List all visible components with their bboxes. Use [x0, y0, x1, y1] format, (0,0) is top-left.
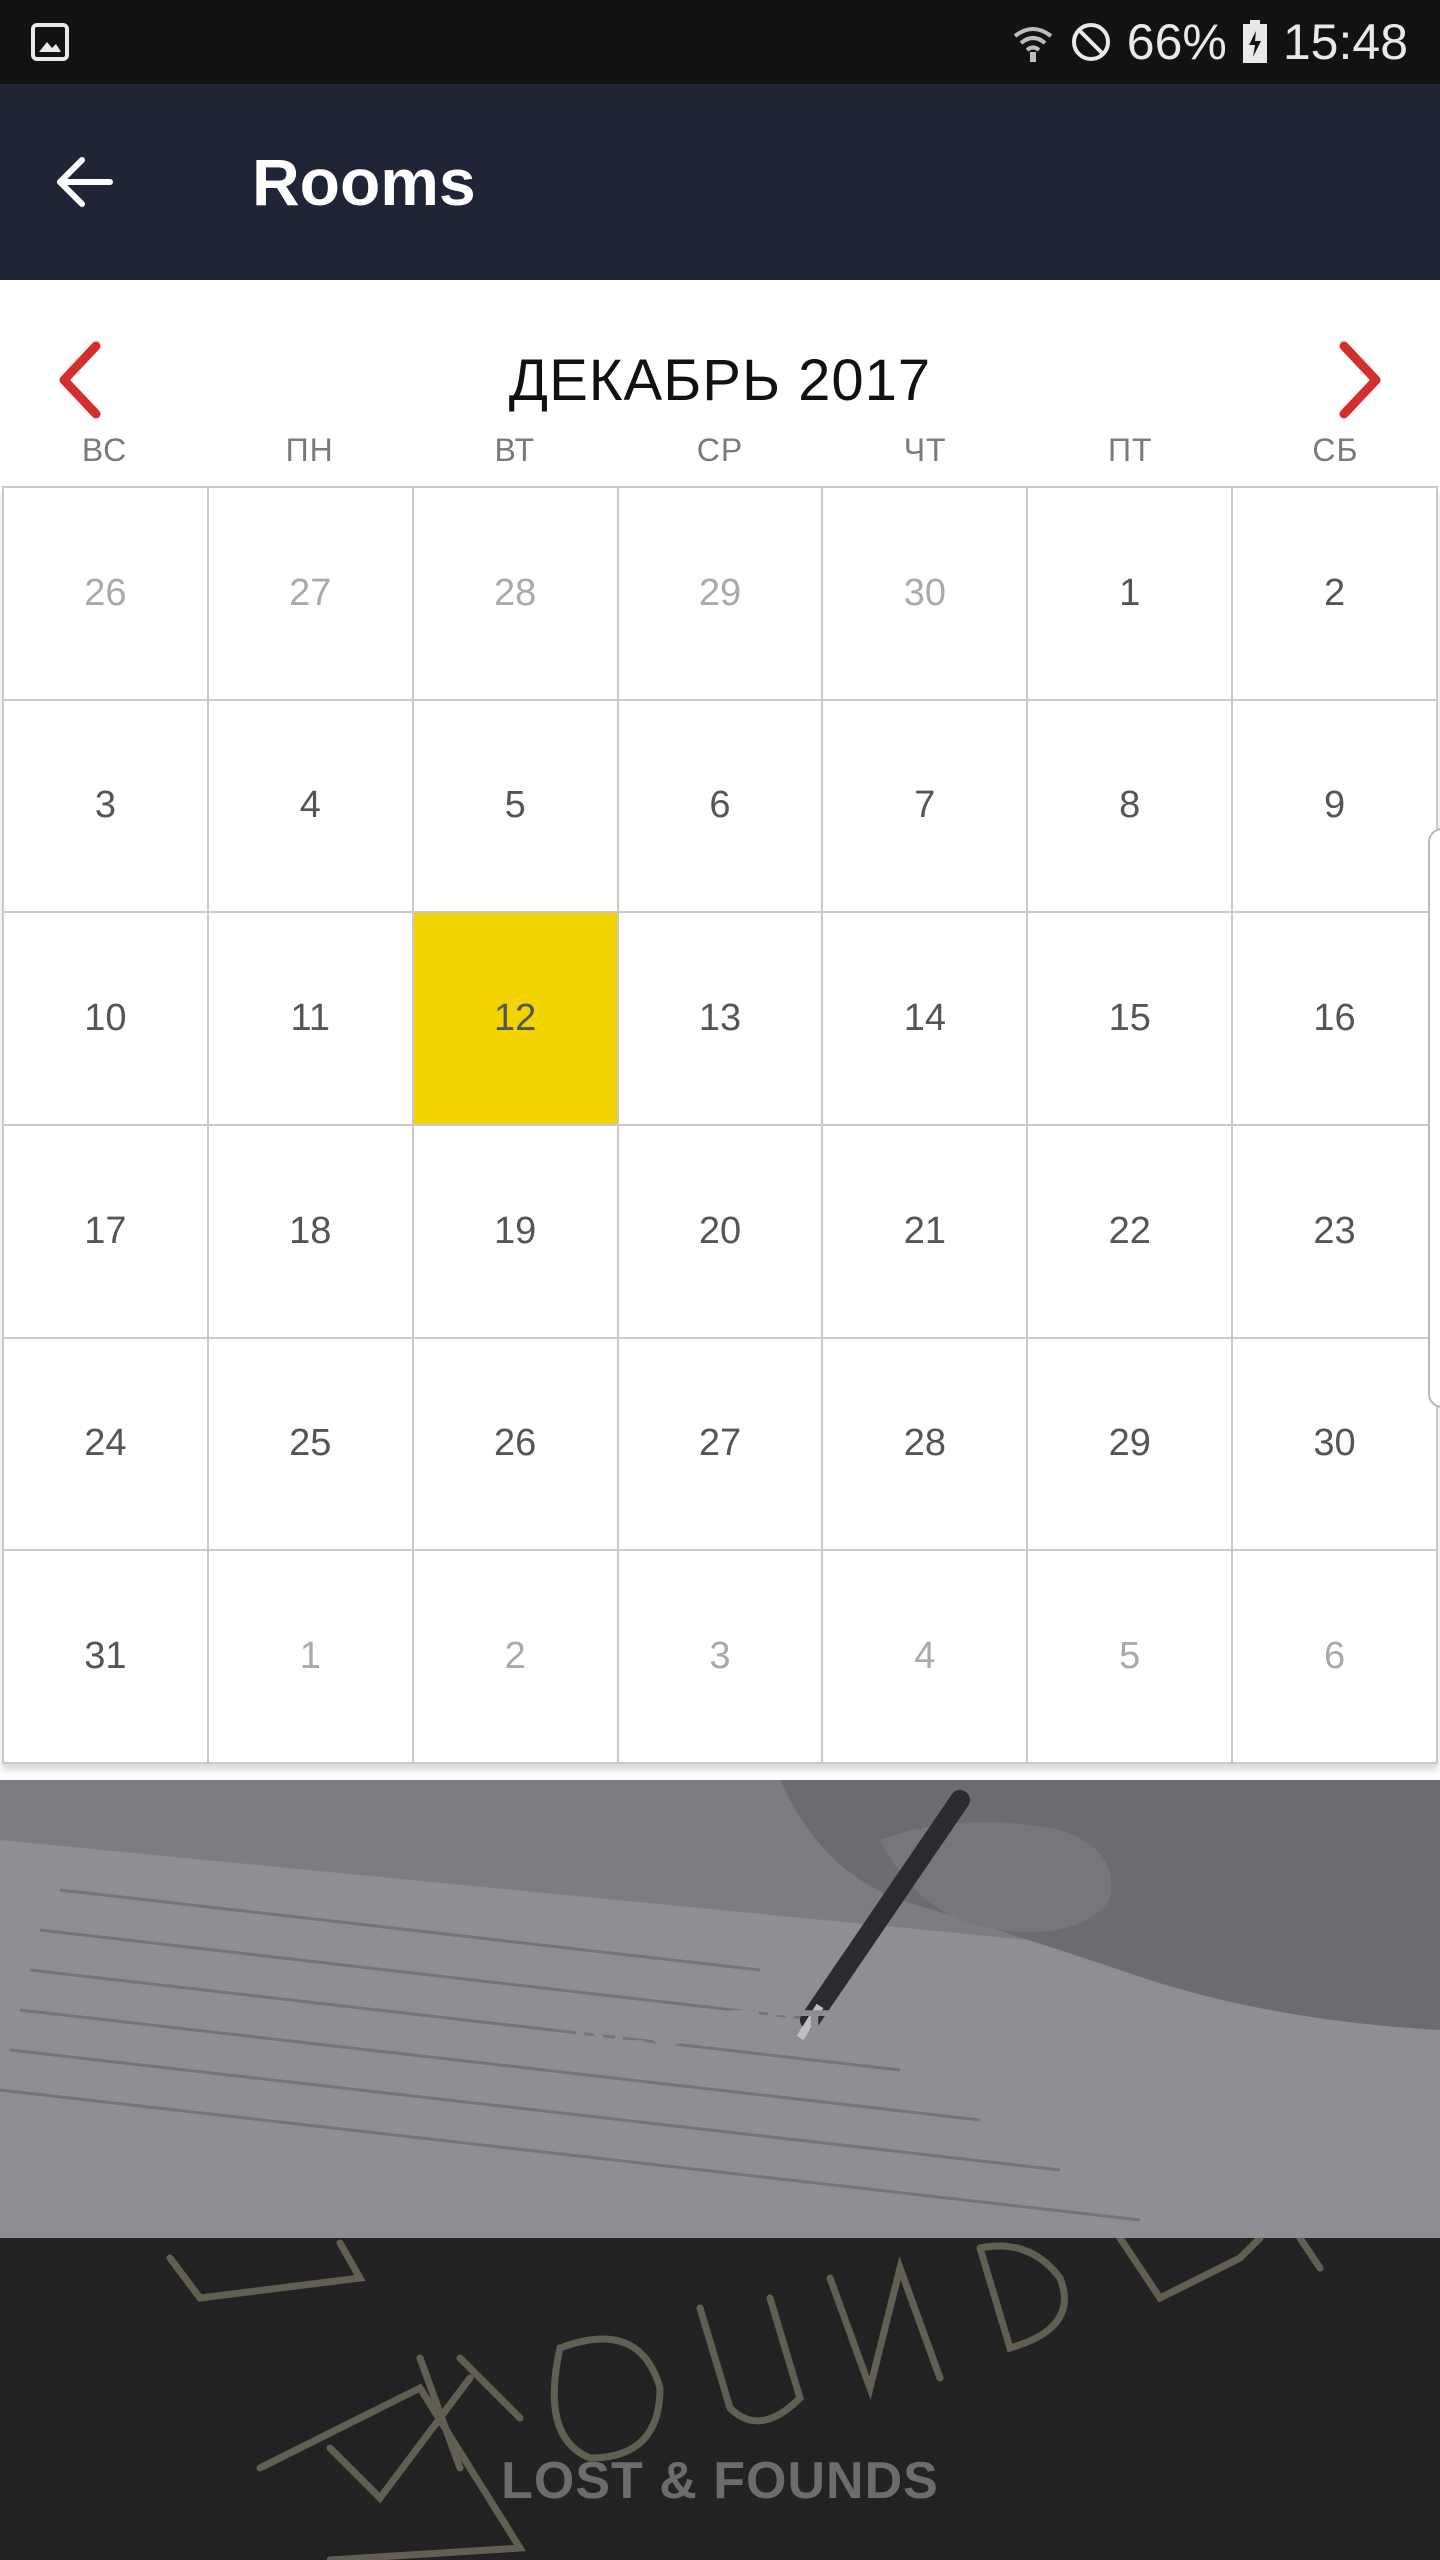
- day-cell[interactable]: 6: [1233, 1551, 1438, 1764]
- day-cell[interactable]: 21: [823, 1126, 1029, 1339]
- day-cell[interactable]: 14: [823, 913, 1029, 1126]
- day-cell[interactable]: 17: [4, 1126, 209, 1339]
- day-cell[interactable]: 18: [208, 1126, 414, 1339]
- day-cell[interactable]: 22: [1028, 1126, 1234, 1339]
- day-cell[interactable]: 5: [413, 700, 619, 914]
- day-cell[interactable]: 11: [208, 913, 414, 1126]
- day-cell[interactable]: 15: [1028, 913, 1234, 1126]
- day-cell[interactable]: 29: [618, 488, 824, 701]
- weekday-label: ЧТ: [903, 431, 947, 468]
- battery-icon: [1242, 20, 1267, 63]
- calendar: ДЕКАБРЬ 2017 ВС ПН ВТ СР ЧТ ПТ СБ 26 27 28…: [0, 280, 1440, 1770]
- status-bar: 66% 15:48: [0, 0, 1440, 84]
- day-cell[interactable]: 4: [208, 700, 414, 914]
- battery-percent: 66%: [1126, 14, 1227, 70]
- chevron-right-icon: [1339, 341, 1381, 419]
- page-title: Rooms: [252, 145, 476, 219]
- day-cell[interactable]: 29: [1028, 1338, 1234, 1552]
- day-cell[interactable]: 20: [618, 1126, 824, 1339]
- day-cell[interactable]: 27: [618, 1338, 824, 1552]
- day-cell[interactable]: 6: [618, 700, 824, 914]
- weekday-label: ПН: [285, 431, 334, 468]
- clock: 15:48: [1282, 14, 1408, 70]
- arrow-left-icon: [57, 157, 113, 207]
- weekday-label: ВС: [81, 431, 128, 468]
- weekday-label: ПТ: [1108, 431, 1153, 468]
- day-cell[interactable]: 3: [618, 1551, 824, 1764]
- app-bar: Rooms: [0, 84, 1440, 280]
- day-cell[interactable]: 8: [1028, 700, 1234, 914]
- lost-found-label: LOST & FOUNDS: [501, 2452, 939, 2510]
- day-cell[interactable]: 10: [4, 913, 209, 1126]
- weekday-label: ВТ: [494, 431, 536, 468]
- day-cell[interactable]: 19: [413, 1126, 619, 1339]
- day-cell[interactable]: 4: [823, 1551, 1029, 1764]
- day-cell[interactable]: 28: [413, 488, 619, 701]
- day-cell[interactable]: 7: [823, 700, 1029, 914]
- lost-found-tile[interactable]: LOST & FOUNDS: [0, 2238, 1440, 2560]
- status-icons: 66% 15:48: [1011, 0, 1408, 84]
- day-cell[interactable]: 13: [618, 913, 824, 1126]
- day-cell[interactable]: 31: [4, 1551, 209, 1764]
- weekday-label: СБ: [1312, 431, 1359, 468]
- weekday-header: ВС ПН ВТ СР ЧТ ПТ СБ: [2, 420, 1438, 480]
- day-cell[interactable]: 25: [208, 1338, 414, 1552]
- chalkboard-photo: [0, 2238, 1440, 2560]
- day-cell[interactable]: 3: [4, 700, 209, 914]
- day-cell[interactable]: 26: [4, 488, 209, 701]
- day-cell[interactable]: 9: [1233, 700, 1438, 914]
- day-grid: 26 27 28 29 30 1 2 3 4 5 6 7 8 9 10 11 12 13 14 15 16 17 18 19 2…: [2, 486, 1438, 1764]
- requests-tile[interactable]: REQUESTS: [0, 1780, 1440, 2238]
- day-cell[interactable]: 1: [1028, 488, 1234, 701]
- do-not-disturb-icon: [1071, 23, 1110, 61]
- day-cell[interactable]: 27: [208, 488, 414, 701]
- weekday-label: СР: [696, 431, 744, 468]
- day-cell[interactable]: 5: [1028, 1551, 1234, 1764]
- back-button[interactable]: [40, 138, 128, 226]
- requests-label: REQUESTS: [572, 2000, 868, 2058]
- drawer-edge-handle[interactable]: [1428, 828, 1440, 1408]
- day-cell[interactable]: 24: [4, 1338, 209, 1552]
- day-cell[interactable]: 2: [413, 1551, 619, 1764]
- wifi-icon: [1013, 27, 1053, 62]
- day-cell[interactable]: 26: [413, 1338, 619, 1552]
- gallery-icon: [31, 23, 69, 61]
- day-cell[interactable]: 23: [1233, 1126, 1438, 1339]
- day-cell[interactable]: 28: [823, 1338, 1029, 1552]
- next-month-button[interactable]: [1320, 340, 1400, 420]
- day-cell[interactable]: 1: [208, 1551, 414, 1764]
- day-cell[interactable]: 16: [1233, 913, 1438, 1126]
- day-cell[interactable]: 30: [823, 488, 1029, 701]
- day-cell[interactable]: 2: [1233, 488, 1438, 701]
- day-cell[interactable]: 30: [1233, 1338, 1438, 1552]
- day-cell-selected[interactable]: 12: [413, 913, 619, 1126]
